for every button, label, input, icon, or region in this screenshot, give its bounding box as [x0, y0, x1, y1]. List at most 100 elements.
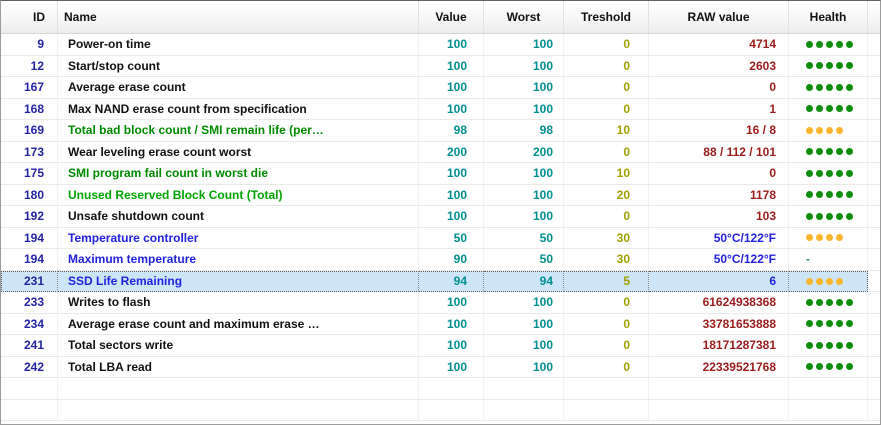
- cell-health: [789, 378, 868, 400]
- empty-row: [1, 378, 880, 400]
- table-row[interactable]: 192Unsafe shutdown count1001000103: [1, 206, 880, 228]
- health-dot-icon: [836, 84, 843, 91]
- cell-raw-value: 50°C/122°F: [649, 228, 789, 250]
- table-row[interactable]: 9Power-on time10010004714: [1, 34, 880, 56]
- column-header-raw-value[interactable]: RAW value: [649, 1, 789, 33]
- health-dot-icon: [826, 213, 833, 220]
- table-row[interactable]: 194Temperature controller50503050°C/122°…: [1, 228, 880, 250]
- health-dot-icon: [806, 342, 813, 349]
- cell-id: 180: [1, 185, 58, 207]
- row-spacer: [868, 249, 880, 271]
- column-header-health[interactable]: Health: [789, 1, 868, 33]
- table-row[interactable]: 175SMI program fail count in worst die10…: [1, 163, 880, 185]
- table-row[interactable]: 167Average erase count10010000: [1, 77, 880, 99]
- health-dot-icon: [826, 105, 833, 112]
- cell-treshold: 5: [564, 271, 649, 293]
- health-dot-icon: [806, 170, 813, 177]
- health-dot-icon: [806, 41, 813, 48]
- cell-value: 94: [419, 271, 484, 293]
- table-row[interactable]: 173Wear leveling erase count worst200200…: [1, 142, 880, 164]
- health-dot-icon: [806, 105, 813, 112]
- cell-id: 12: [1, 56, 58, 78]
- row-spacer: [868, 271, 880, 293]
- cell-treshold: 20: [564, 185, 649, 207]
- cell-raw-value: 1178: [649, 185, 789, 207]
- health-rating: [789, 34, 868, 56]
- cell-name: Maximum temperature: [58, 249, 419, 271]
- health-rating: [789, 335, 868, 357]
- health-dot-icon: [846, 213, 853, 220]
- health-dot-icon: [816, 278, 823, 285]
- health-rating: [789, 142, 868, 164]
- cell-worst: 100: [484, 206, 564, 228]
- health-dot-icon: [836, 127, 843, 134]
- cell-value: 100: [419, 185, 484, 207]
- column-header-treshold[interactable]: Treshold: [564, 1, 649, 33]
- health-dot-icon: [846, 84, 853, 91]
- row-spacer: [868, 400, 880, 422]
- health-dot-icon: [816, 127, 823, 134]
- cell-treshold: 0: [564, 142, 649, 164]
- health-dot-icon: [816, 213, 823, 220]
- health-dot-icon: [836, 148, 843, 155]
- health-dot-icon: [806, 363, 813, 370]
- table-row[interactable]: 241Total sectors write100100018171287381: [1, 335, 880, 357]
- health-dot-icon: [826, 148, 833, 155]
- cell-worst: 100: [484, 314, 564, 336]
- cell-value: 100: [419, 77, 484, 99]
- cell-name: Unsafe shutdown count: [58, 206, 419, 228]
- table-row[interactable]: 12Start/stop count10010002603: [1, 56, 880, 78]
- health-rating: [789, 99, 868, 121]
- column-header-value[interactable]: Value: [419, 1, 484, 33]
- table-row[interactable]: 168Max NAND erase count from specificati…: [1, 99, 880, 121]
- row-spacer: [868, 228, 880, 250]
- cell-name: [58, 400, 419, 422]
- cell-name: Total sectors write: [58, 335, 419, 357]
- column-header-name[interactable]: Name: [58, 1, 419, 33]
- cell-id: 173: [1, 142, 58, 164]
- cell-id: 231: [1, 271, 58, 293]
- row-spacer: [868, 34, 880, 56]
- table-row[interactable]: 231SSD Life Remaining949456: [1, 271, 880, 293]
- cell-value: [419, 400, 484, 422]
- health-dot-icon: [826, 62, 833, 69]
- cell-name: SSD Life Remaining: [58, 271, 419, 293]
- column-header-id[interactable]: ID: [1, 1, 58, 33]
- cell-value: 98: [419, 120, 484, 142]
- health-rating: [789, 357, 868, 379]
- cell-worst: 100: [484, 335, 564, 357]
- cell-name: Power-on time: [58, 34, 419, 56]
- cell-id: 234: [1, 314, 58, 336]
- table-row[interactable]: 169Total bad block count / SMI remain li…: [1, 120, 880, 142]
- cell-treshold: 10: [564, 163, 649, 185]
- cell-id: 167: [1, 77, 58, 99]
- health-dot-icon: [826, 127, 833, 134]
- health-dot-icon: [846, 41, 853, 48]
- row-spacer: [868, 142, 880, 164]
- health-dot-icon: [816, 191, 823, 198]
- health-rating: [789, 228, 868, 250]
- table-row[interactable]: 234Average erase count and maximum erase…: [1, 314, 880, 336]
- cell-treshold: 0: [564, 335, 649, 357]
- cell-raw-value: 50°C/122°F: [649, 249, 789, 271]
- column-header-worst[interactable]: Worst: [484, 1, 564, 33]
- health-dot-icon: [846, 299, 853, 306]
- table-row[interactable]: 242Total LBA read100100022339521768: [1, 357, 880, 379]
- cell-id: [1, 378, 58, 400]
- health-dot-icon: [826, 320, 833, 327]
- health-rating: [789, 163, 868, 185]
- cell-worst: 100: [484, 292, 564, 314]
- cell-worst: 100: [484, 185, 564, 207]
- table-row[interactable]: 233Writes to flash100100061624938368: [1, 292, 880, 314]
- table-row[interactable]: 180Unused Reserved Block Count (Total)10…: [1, 185, 880, 207]
- table-row[interactable]: 194Maximum temperature90503050°C/122°F-: [1, 249, 880, 271]
- cell-name: [58, 378, 419, 400]
- health-dot-icon: [836, 234, 843, 241]
- cell-raw-value: 0: [649, 77, 789, 99]
- health-dot-icon: [846, 320, 853, 327]
- cell-worst: 98: [484, 120, 564, 142]
- health-rating: [789, 206, 868, 228]
- cell-worst: 100: [484, 163, 564, 185]
- cell-raw-value: [649, 400, 789, 422]
- cell-raw-value: 1: [649, 99, 789, 121]
